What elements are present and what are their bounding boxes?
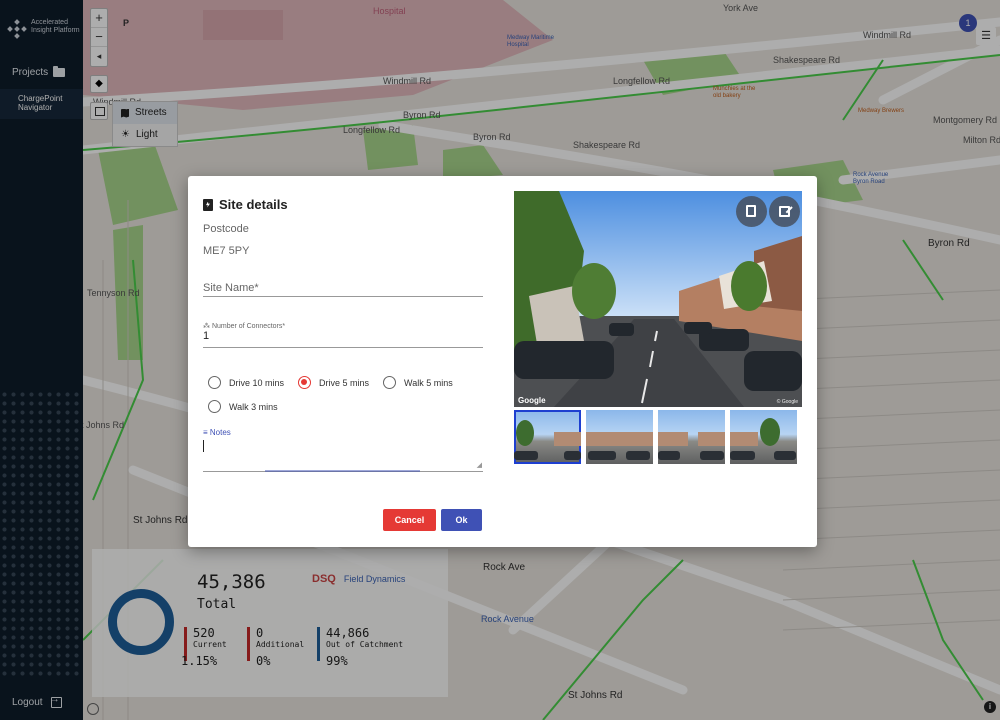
connectors-input[interactable]: ⁂ Number of Connectors* 1 [203,322,483,348]
radio-circle [208,376,221,389]
postcode-value: ME7 5PY [203,245,250,257]
cancel-button[interactable]: Cancel [383,509,436,531]
connectors-label: Number of Connectors* [211,323,286,330]
radio-label: Drive 10 mins [229,377,285,388]
radio-circle [208,400,221,413]
site-name-input[interactable]: Site Name* [203,278,483,297]
photo-thumbnail[interactable] [514,410,581,464]
street-view-photo[interactable]: Google © Google [514,191,802,407]
notes-textarea[interactable]: ≡ Notes ◢ [203,428,483,472]
catchment-radio-group: Drive 10 mins Drive 5 mins Walk 5 mins W… [208,376,453,424]
site-name-placeholder: Site Name* [203,282,259,294]
site-details-dialog: Site details Postcode ME7 5PY Site Name*… [188,176,817,547]
google-copyright: © Google [776,399,798,405]
dialog-title-text: Site details [219,197,288,212]
google-watermark: Google [518,396,546,405]
resize-handle-icon[interactable]: ◢ [477,461,482,469]
text-cursor [203,440,204,452]
ok-button[interactable]: Ok [441,509,482,531]
dialog-title: Site details [203,197,288,212]
ev-charger-icon [203,198,213,211]
postcode-label: Postcode [203,223,249,235]
radio-walk-3[interactable]: Walk 3 mins [208,400,278,413]
notes-label: Notes [209,428,231,437]
focus-underline [265,470,420,472]
radio-label: Drive 5 mins [319,377,370,388]
radio-drive-10[interactable]: Drive 10 mins [208,376,284,389]
plug-icon: ⁂ [203,323,210,330]
radio-drive-5[interactable]: Drive 5 mins [298,376,369,389]
open-external-icon [779,206,790,217]
radio-circle-selected [298,376,312,389]
photo-thumbnails [514,410,797,464]
radio-label: Walk 3 mins [229,401,278,412]
open-external-button[interactable] [769,196,800,227]
radio-label: Walk 5 mins [404,377,453,388]
radio-walk-5[interactable]: Walk 5 mins [383,376,453,389]
photo-thumbnail[interactable] [658,410,725,464]
copy-button[interactable] [736,196,767,227]
radio-circle [383,376,397,389]
copy-icon [746,205,756,217]
photo-thumbnail[interactable] [586,410,653,464]
photo-thumbnail[interactable] [730,410,797,464]
connectors-value: 1 [203,330,210,342]
notes-icon: ≡ [203,428,208,437]
